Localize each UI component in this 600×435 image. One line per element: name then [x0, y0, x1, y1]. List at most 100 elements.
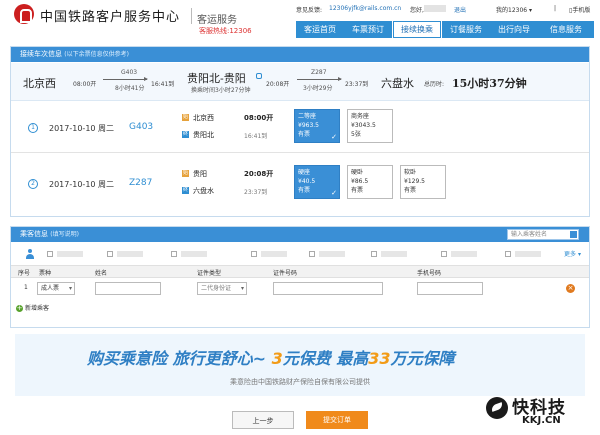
seat-price: ¥963.5	[298, 122, 319, 129]
id-number-input[interactable]	[273, 282, 383, 295]
segment-from: 北京西	[193, 114, 214, 122]
passenger-checkbox[interactable]	[47, 251, 53, 257]
seat-option-selected[interactable]: 硬座 ¥40.5 有票	[294, 165, 340, 199]
segment-row: 2 2017-10-10 周二 Z287 始 贵阳 终 六盘水 20:08开 2…	[11, 157, 589, 207]
nav-item-booking[interactable]: 车票预订	[344, 21, 392, 38]
service-title: 客运服务	[197, 15, 237, 26]
segment-number: 2	[28, 179, 38, 189]
transfer-title: 接续车次信息	[20, 50, 62, 58]
nav-item-transfer[interactable]: 接续换乘	[393, 21, 441, 38]
route-arr2: 23:37到	[345, 81, 369, 88]
page-header: 中国铁路客户服务中心 客运服务 客服热线:12306 意见反馈: 12306yj…	[0, 0, 600, 44]
start-station-icon: 始	[182, 114, 189, 121]
total-duration-label: 总历时:	[424, 81, 445, 88]
passenger-name-blurred	[57, 251, 83, 257]
seat-name: 二等座	[298, 113, 317, 120]
transfer-station-icon	[256, 73, 262, 79]
insurance-banner[interactable]: 购买乘意险 旅行更舒心~ 3元保费 最高33万元保障 乘意险由中国铁路财产保险自…	[15, 334, 585, 396]
route-duration2: 3小时29分	[303, 85, 333, 92]
passenger-checkbox[interactable]	[171, 251, 177, 257]
passenger-checkbox[interactable]	[251, 251, 257, 257]
segment-from: 贵阳	[193, 170, 207, 178]
seat-option[interactable]: 硬卧 ¥86.5 有票	[347, 165, 393, 199]
passenger-checkbox[interactable]	[107, 251, 113, 257]
segment-arr-time: 23:37到	[244, 189, 268, 196]
route-dep2: 20:08开	[266, 81, 290, 88]
name-input[interactable]	[95, 282, 161, 295]
my12306-link[interactable]: 我的12306 ▾	[496, 5, 532, 14]
seat-name: 硬座	[298, 169, 311, 176]
seat-price: ¥40.5	[298, 178, 316, 185]
railway-logo-icon	[14, 4, 34, 24]
nav-item-meal[interactable]: 订餐服务	[442, 21, 490, 38]
passenger-checkbox[interactable]	[441, 251, 447, 257]
logout-link[interactable]: 退出	[454, 5, 466, 14]
segment-to: 六盘水	[193, 187, 214, 195]
route-dep-time: 08:00开	[73, 81, 97, 88]
delete-passenger-icon[interactable]: ×	[566, 284, 575, 293]
seat-availability: 有票	[298, 131, 311, 138]
passenger-table-header: 序号 票种 姓名 证件类型 证件号码 手机号码	[11, 265, 589, 278]
mobile-label: 手机版	[572, 7, 591, 14]
passenger-checkbox[interactable]	[371, 251, 377, 257]
route-train1: G403	[121, 69, 138, 76]
passenger-panel: 乘客信息 (填写说明) 输入乘客姓名 更多 ▾ 序号 票种 姓名 证件类型 证件…	[10, 226, 590, 328]
mobile-link[interactable]: ▯手机版	[569, 5, 590, 14]
prev-step-button[interactable]: 上一步	[232, 411, 294, 429]
seat-price: ¥3043.5	[351, 122, 376, 129]
feedback-label: 意见反馈:	[296, 7, 323, 14]
ticket-type-select[interactable]: 成人票	[37, 282, 75, 295]
passenger-checkbox[interactable]	[309, 251, 315, 257]
seat-option[interactable]: 软卧 ¥129.5 有票	[400, 165, 446, 199]
seat-price: ¥86.5	[351, 178, 369, 185]
seat-name: 商务座	[351, 113, 370, 120]
id-type-select[interactable]: 二代身份证	[197, 282, 247, 295]
saved-passengers-row: 更多 ▾	[11, 243, 589, 265]
route-arrow-2	[297, 77, 342, 81]
route-wait: 换乘时间3小时27分钟	[191, 87, 251, 94]
passenger-name-blurred	[181, 251, 207, 257]
more-passengers-link[interactable]: 更多 ▾	[564, 249, 581, 258]
add-icon: +	[16, 304, 23, 312]
passenger-name-blurred	[381, 251, 407, 257]
transfer-panel: 接续车次信息 (以下余票信息仅供参考) 北京西 08:00开 G403 8小时4…	[10, 46, 590, 217]
seat-price: ¥129.5	[404, 178, 425, 185]
col-name: 姓名	[95, 270, 108, 277]
seat-availability: 5张	[351, 131, 361, 138]
insurance-fee: 3	[271, 349, 283, 368]
nav-item-guide[interactable]: 出行向导	[490, 21, 538, 38]
watermark-logo-icon	[486, 397, 508, 419]
segment-train-link[interactable]: G403	[129, 122, 153, 132]
submit-order-button[interactable]: 提交订单	[306, 411, 368, 429]
greeting-label: 您好,	[410, 7, 424, 14]
phone-input[interactable]	[417, 282, 483, 295]
seat-name: 硬卧	[351, 169, 364, 176]
segment-train-link[interactable]: Z287	[129, 178, 152, 188]
insurance-title-c: 元保费 最高	[282, 349, 369, 368]
seat-availability: 有票	[404, 187, 417, 194]
insurance-max: 33	[368, 349, 391, 368]
passenger-title: 乘客信息	[20, 230, 48, 238]
chevron-down-icon: ▾	[577, 251, 581, 258]
passenger-help-link[interactable]: (填写说明)	[50, 231, 79, 238]
my12306-label: 我的12306	[496, 7, 528, 14]
nav-item-info[interactable]: 信息服务	[538, 21, 594, 38]
brand-divider	[191, 8, 192, 24]
segment-row: 1 2017-10-10 周二 G403 始 北京西 终 贵阳北 08:00开 …	[11, 103, 589, 153]
segment-date: 2017-10-10 周二	[49, 180, 115, 189]
nav-item-home[interactable]: 客运首页	[296, 21, 344, 38]
passenger-checkbox[interactable]	[505, 251, 511, 257]
end-station-icon: 终	[182, 187, 189, 194]
col-id-no: 证件号码	[273, 270, 298, 277]
col-ticket-type: 票种	[39, 270, 52, 277]
passenger-name-blurred	[515, 251, 541, 257]
feedback-email-link[interactable]: 12306yjfk@rails.com.cn	[329, 5, 401, 12]
route-arrow-1	[103, 77, 148, 81]
add-passenger-link[interactable]: + 新增乘客	[16, 303, 49, 312]
route-summary: 北京西 08:00开 G403 8小时41分 16:41到 贵阳北-贵阳 换乘时…	[11, 63, 589, 101]
seat-option[interactable]: 商务座 ¥3043.5 5张	[347, 109, 393, 143]
top-links: 意见反馈: 12306yjfk@rails.com.cn 您好, 退出 我的12…	[296, 5, 596, 15]
total-duration: 15小时37分钟	[452, 77, 527, 90]
passenger-search-input[interactable]: 输入乘客姓名	[507, 229, 579, 240]
seat-option-selected[interactable]: 二等座 ¥963.5 有票	[294, 109, 340, 143]
